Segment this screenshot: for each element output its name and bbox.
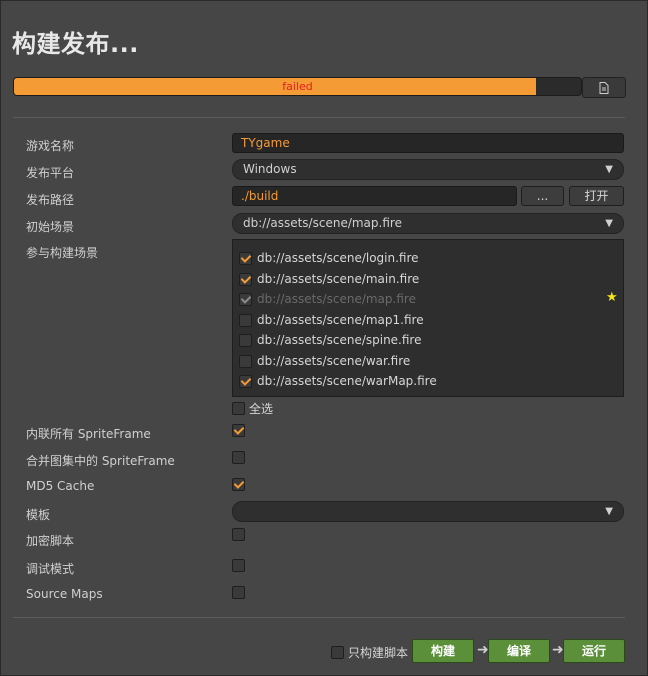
scene-checkbox[interactable]	[239, 251, 252, 265]
arrow-right-icon: ➜	[552, 642, 564, 658]
scene-checkbox[interactable]	[239, 354, 252, 368]
md5-cache-checkbox[interactable]	[232, 478, 245, 491]
included-scenes-label: 参与构建场景	[26, 246, 99, 260]
encrypt-scripts-checkbox[interactable]	[232, 528, 245, 541]
scene-item-main[interactable]: db://assets/scene/main.fire	[239, 270, 419, 288]
scene-list: db://assets/scene/login.fire db://assets…	[232, 239, 624, 397]
md5-cache-label: MD5 Cache	[26, 479, 95, 493]
compile-button[interactable]: 编译	[488, 639, 550, 663]
scene-path: db://assets/scene/warMap.fire	[257, 374, 437, 388]
open-log-button[interactable]	[582, 77, 626, 98]
platform-label: 发布平台	[26, 166, 75, 180]
scene-path: db://assets/scene/login.fire	[257, 251, 419, 265]
debug-mode-label: 调试模式	[26, 562, 75, 576]
debug-mode-checkbox[interactable]	[232, 559, 245, 572]
select-all-toggle[interactable]: 全选	[232, 399, 273, 417]
template-select[interactable]: ▼	[232, 501, 624, 522]
scene-item-spine[interactable]: db://assets/scene/spine.fire	[239, 331, 421, 349]
page-title: 构建发布...	[12, 30, 139, 58]
browse-path-button[interactable]: ...	[521, 186, 564, 206]
scene-checkbox[interactable]	[239, 272, 252, 286]
inline-spriteframe-label: 内联所有 SpriteFrame	[26, 427, 151, 441]
dropdown-arrow-icon: ▼	[605, 164, 613, 175]
arrow-right-icon: ➜	[477, 642, 489, 658]
scene-path: db://assets/scene/map.fire	[257, 292, 416, 306]
build-progress-bar: failed	[13, 77, 582, 96]
document-icon	[599, 81, 609, 94]
scene-checkbox[interactable]	[239, 333, 252, 347]
run-button[interactable]: 运行	[563, 639, 625, 663]
scene-item-map1[interactable]: db://assets/scene/map1.fire	[239, 311, 424, 329]
build-scripts-only-toggle[interactable]: 只构建脚本	[331, 643, 408, 661]
start-scene-select[interactable]: db://assets/scene/map.fire ▼	[232, 213, 624, 234]
merge-spriteframe-checkbox[interactable]	[232, 451, 245, 464]
encrypt-scripts-label: 加密脚本	[26, 534, 75, 548]
dropdown-arrow-icon: ▼	[605, 506, 613, 517]
select-all-label: 全选	[249, 401, 274, 416]
divider-top	[13, 117, 625, 118]
scene-path: db://assets/scene/map1.fire	[257, 313, 424, 327]
dropdown-arrow-icon: ▼	[605, 218, 613, 229]
scene-path: db://assets/scene/spine.fire	[257, 333, 422, 347]
start-scene-star-icon: ★	[606, 290, 618, 305]
scene-path: db://assets/scene/main.fire	[257, 272, 420, 286]
build-scripts-only-checkbox[interactable]	[331, 645, 344, 659]
divider-bottom	[13, 617, 625, 618]
start-scene-value: db://assets/scene/map.fire	[243, 216, 402, 230]
scene-checkbox[interactable]	[239, 374, 252, 388]
scene-path: db://assets/scene/war.fire	[257, 354, 411, 368]
source-maps-checkbox[interactable]	[232, 586, 245, 599]
scene-item-war[interactable]: db://assets/scene/war.fire	[239, 352, 410, 370]
start-scene-label: 初始场景	[26, 220, 75, 234]
platform-value: Windows	[243, 162, 297, 176]
scene-checkbox	[239, 292, 252, 306]
build-button[interactable]: 构建	[412, 639, 474, 663]
progress-status-text: failed	[282, 80, 313, 93]
select-all-checkbox[interactable]	[232, 401, 245, 415]
scene-item-map: db://assets/scene/map.fire	[239, 290, 416, 308]
build-path-label: 发布路径	[26, 193, 75, 207]
scene-item-login[interactable]: db://assets/scene/login.fire	[239, 249, 419, 267]
inline-spriteframe-checkbox[interactable]	[232, 424, 245, 437]
template-label: 模板	[26, 508, 51, 522]
platform-select[interactable]: Windows ▼	[232, 159, 624, 180]
merge-spriteframe-label: 合并图集中的 SpriteFrame	[26, 454, 175, 468]
game-name-input[interactable]: TYgame	[232, 133, 624, 153]
scene-checkbox[interactable]	[239, 313, 252, 327]
build-scripts-only-label: 只构建脚本	[348, 645, 409, 660]
build-path-input[interactable]: ./build	[232, 186, 517, 206]
game-name-label: 游戏名称	[26, 139, 75, 153]
source-maps-label: Source Maps	[26, 587, 103, 601]
scene-item-warmap[interactable]: db://assets/scene/warMap.fire	[239, 372, 437, 390]
open-path-button[interactable]: 打开	[569, 186, 624, 206]
